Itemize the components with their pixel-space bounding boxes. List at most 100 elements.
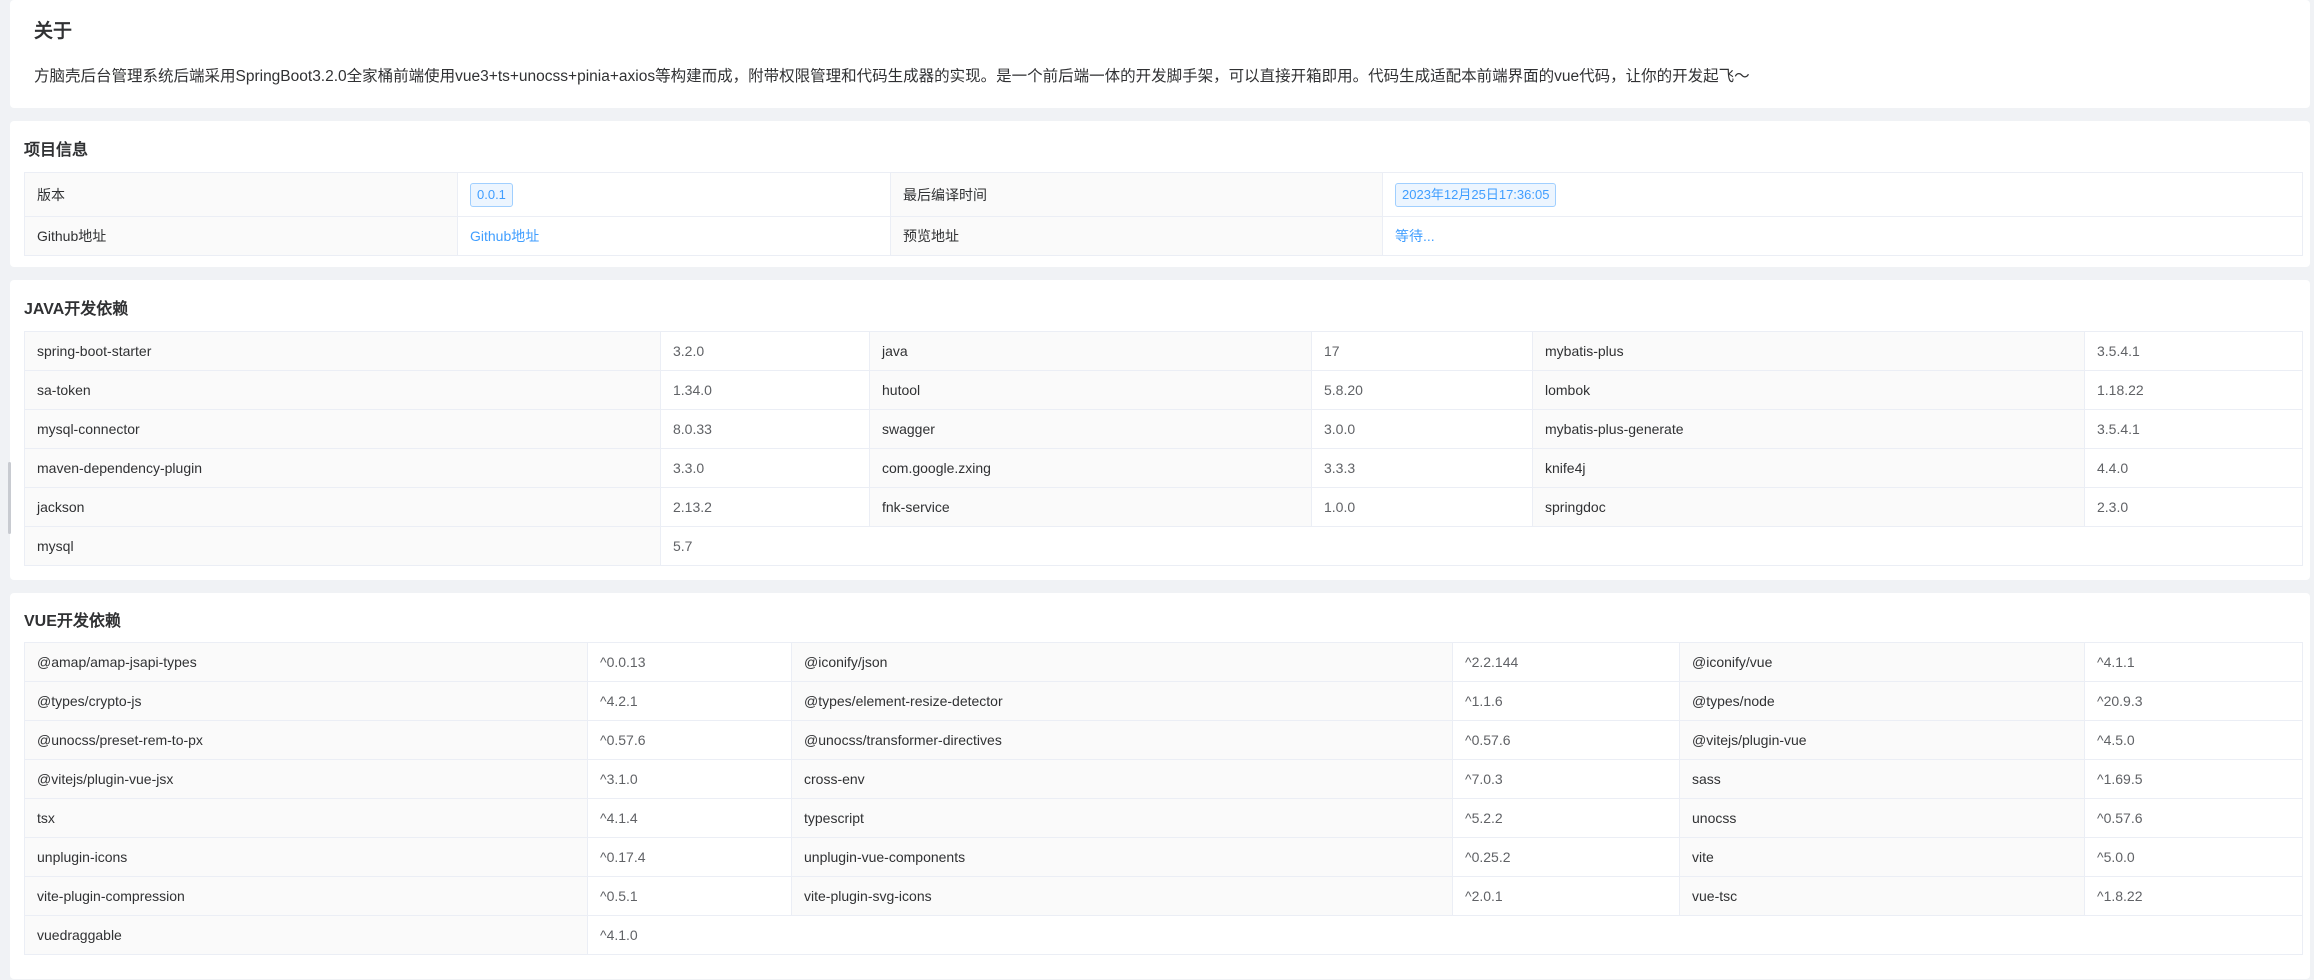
vue-dependencies-card: VUE开发依赖 @amap/amap-jsapi-types ^0.0.13 @ic… [10, 593, 2310, 979]
dependency-version: 3.5.4.1 [2084, 409, 2303, 449]
dependency-name: @types/node [1679, 681, 2085, 721]
table-row: spring-boot-starter 3.2.0 java 17 mybatis-pl… [24, 331, 2303, 371]
table-row: mysql-connector 8.0.33 swagger 3.0.0 mybatis… [24, 409, 2303, 449]
build-time-tag: 2023年12月25日17:36:05 [1395, 182, 1557, 207]
build-time-label: 最后编译时间 [890, 172, 1383, 217]
dependency-name: typescript [791, 798, 1453, 838]
about-title: 关于 [34, 21, 73, 42]
dependency-version: 3.2.0 [660, 331, 870, 371]
dependency-version: ^5.2.2 [1452, 798, 1680, 838]
github-cell: Github地址 [457, 216, 891, 256]
dependency-version: ^0.57.6 [587, 720, 792, 760]
dependency-version: ^0.5.1 [587, 876, 792, 916]
dependency-version: 5.8.20 [1311, 370, 1533, 410]
dependency-version: 8.0.33 [660, 409, 870, 449]
dependency-name: @types/crypto-js [24, 681, 588, 721]
dependency-version: 3.3.0 [660, 448, 870, 488]
dependency-name: vuedraggable [24, 915, 588, 955]
dependency-version: 3.3.3 [1311, 448, 1533, 488]
dependency-version: 2.3.0 [2084, 487, 2303, 527]
dependency-version: 1.0.0 [1311, 487, 1533, 527]
side-drag-handle[interactable] [8, 462, 11, 534]
project-info-table: 版本 0.0.1 最后编译时间 2023年12月25日17:36:05 Gith… [24, 172, 2303, 256]
java-dependencies-title: JAVA开发依赖 [24, 301, 129, 318]
dependency-version: ^5.0.0 [2084, 837, 2303, 877]
dependency-version: 1.18.22 [2084, 370, 2303, 410]
dependency-version: ^0.25.2 [1452, 837, 1680, 877]
table-row: @amap/amap-jsapi-types ^0.0.13 @iconify/js… [24, 642, 2303, 682]
project-info-card: 项目信息 版本 0.0.1 最后编译时间 2023年12月25日17:36:05… [10, 121, 2310, 267]
dependency-name: @amap/amap-jsapi-types [24, 642, 588, 682]
dependency-name: unplugin-icons [24, 837, 588, 877]
dependency-name: hutool [869, 370, 1312, 410]
dependency-version: 3.0.0 [1311, 409, 1533, 449]
dependency-name: com.google.zxing [869, 448, 1312, 488]
dependency-name: spring-boot-starter [24, 331, 661, 371]
project-info-title: 项目信息 [24, 142, 89, 159]
table-row: vuedraggable ^4.1.0 [24, 915, 2303, 955]
dependency-name: fnk-service [869, 487, 1312, 527]
preview-link[interactable]: 等待... [1395, 228, 1435, 244]
dependency-name: @iconify/json [791, 642, 1453, 682]
dependency-name: springdoc [1532, 487, 2085, 527]
github-link[interactable]: Github地址 [470, 228, 539, 244]
dependency-version: ^4.1.0 [587, 915, 2303, 955]
java-dependencies-table: spring-boot-starter 3.2.0 java 17 mybatis-pl… [24, 331, 2303, 566]
table-row: 版本 0.0.1 最后编译时间 2023年12月25日17:36:05 [24, 172, 2303, 217]
dependency-name: vite-plugin-compression [24, 876, 588, 916]
dependency-name: mysql [24, 526, 661, 566]
vue-dependencies-table: @amap/amap-jsapi-types ^0.0.13 @iconify/js… [24, 642, 2303, 955]
about-card: 关于 方脑壳后台管理系统后端采用SpringBoot3.2.0全家桶前端使用vu… [10, 0, 2310, 108]
dependency-name: @types/element-resize-detector [791, 681, 1453, 721]
version-tag: 0.0.1 [470, 182, 513, 207]
table-row: jackson 2.13.2 fnk-service 1.0.0 springdoc 2.… [24, 487, 2303, 527]
dependency-version: ^2.0.1 [1452, 876, 1680, 916]
dependency-name: @unocss/preset-rem-to-px [24, 720, 588, 760]
dependency-name: vite-plugin-svg-icons [791, 876, 1453, 916]
vue-dependencies-title: VUE开发依赖 [24, 613, 121, 630]
dependency-name: swagger [869, 409, 1312, 449]
build-time-cell: 2023年12月25日17:36:05 [1382, 172, 2303, 217]
dependency-name: unplugin-vue-components [791, 837, 1453, 877]
java-dependencies-card: JAVA开发依赖 spring-boot-starter 3.2.0 java 17 m… [10, 280, 2310, 580]
dependency-version: ^0.57.6 [1452, 720, 1680, 760]
dependency-name: @unocss/transformer-directives [791, 720, 1453, 760]
dependency-version: ^1.8.22 [2084, 876, 2303, 916]
dependency-name: @iconify/vue [1679, 642, 2085, 682]
dependency-version: ^4.2.1 [587, 681, 792, 721]
dependency-version: ^4.1.1 [2084, 642, 2303, 682]
dependency-name: tsx [24, 798, 588, 838]
table-row: mysql 5.7 [24, 526, 2303, 566]
version-label: 版本 [24, 172, 458, 217]
dependency-version: 5.7 [660, 526, 2303, 566]
about-description: 方脑壳后台管理系统后端采用SpringBoot3.2.0全家桶前端使用vue3+… [34, 68, 1750, 85]
dependency-name: vite [1679, 837, 2085, 877]
dependency-version: 1.34.0 [660, 370, 870, 410]
table-row: vite-plugin-compression ^0.5.1 vite-plugin… [24, 876, 2303, 916]
table-row: maven-dependency-plugin 3.3.0 com.google.z… [24, 448, 2303, 488]
dependency-name: cross-env [791, 759, 1453, 799]
dependency-name: mybatis-plus-generate [1532, 409, 2085, 449]
dependency-version: 2.13.2 [660, 487, 870, 527]
dependency-version: ^3.1.0 [587, 759, 792, 799]
dependency-version: ^1.69.5 [2084, 759, 2303, 799]
dependency-name: unocss [1679, 798, 2085, 838]
dependency-version: ^4.5.0 [2084, 720, 2303, 760]
table-row: tsx ^4.1.4 typescript ^5.2.2 unocss ^0.57.6 [24, 798, 2303, 838]
preview-label: 预览地址 [890, 216, 1383, 256]
table-row: sa-token 1.34.0 hutool 5.8.20 lombok 1.18.22 [24, 370, 2303, 410]
dependency-version: ^1.1.6 [1452, 681, 1680, 721]
dependency-version: ^7.0.3 [1452, 759, 1680, 799]
dependency-version: ^20.9.3 [2084, 681, 2303, 721]
dependency-name: knife4j [1532, 448, 2085, 488]
table-row: Github地址 Github地址 预览地址 等待... [24, 216, 2303, 256]
dependency-name: java [869, 331, 1312, 371]
preview-cell: 等待... [1382, 216, 2303, 256]
dependency-version: ^0.57.6 [2084, 798, 2303, 838]
dependency-version: ^0.17.4 [587, 837, 792, 877]
dependency-name: maven-dependency-plugin [24, 448, 661, 488]
dependency-version: 4.4.0 [2084, 448, 2303, 488]
dependency-name: jackson [24, 487, 661, 527]
version-cell: 0.0.1 [457, 172, 891, 217]
dependency-version: ^4.1.4 [587, 798, 792, 838]
